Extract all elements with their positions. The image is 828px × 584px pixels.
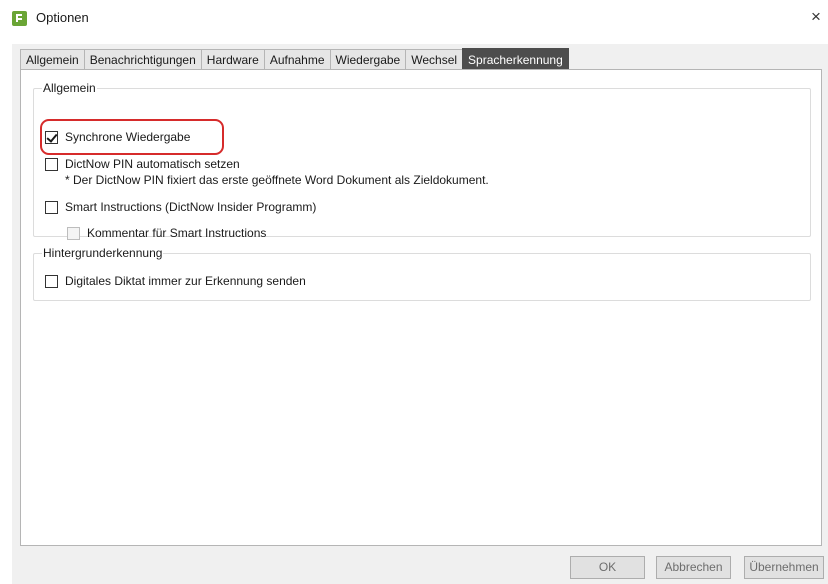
checkbox-dictnow-pin-label: DictNow PIN automatisch setzen [65, 157, 240, 171]
apply-button[interactable]: Übernehmen [744, 556, 824, 579]
checkbox-digitales-diktat-label: Digitales Diktat immer zur Erkennung sen… [65, 274, 306, 288]
checkbox-dictnow-pin-box[interactable] [45, 157, 58, 171]
group-hintergrunderkennung-label: Hintergrunderkennung [42, 246, 164, 260]
tab-strip: Allgemein Benachrichtigungen Hardware Au… [20, 48, 569, 72]
checkbox-smart-instructions-box[interactable] [45, 200, 58, 214]
dialog-client-area: Allgemein Benachrichtigungen Hardware Au… [12, 44, 828, 584]
checkbox-kommentar-box [67, 226, 80, 240]
checkbox-smart-instructions[interactable]: Smart Instructions (DictNow Insider Prog… [45, 200, 316, 214]
tab-wiedergabe[interactable]: Wiedergabe [329, 49, 406, 71]
checkbox-kommentar-label: Kommentar für Smart Instructions [87, 226, 267, 240]
checkbox-synchrone-wiedergabe-box[interactable] [45, 130, 58, 144]
window-title: Optionen [36, 10, 89, 25]
app-logo-icon [12, 11, 27, 26]
tab-allgemein[interactable]: Allgemein [20, 49, 84, 71]
tab-aufnahme[interactable]: Aufnahme [263, 49, 330, 71]
checkbox-dictnow-pin[interactable]: DictNow PIN automatisch setzen [45, 157, 240, 171]
cancel-button[interactable]: Abbrechen [656, 556, 731, 579]
tab-benachrichtigungen[interactable]: Benachrichtigungen [83, 49, 201, 71]
tab-panel-spracherkennung: Allgemein Synchrone Wiedergabe DictNow P… [20, 69, 822, 546]
checkbox-digitales-diktat-box[interactable] [45, 274, 58, 288]
checkbox-synchrone-wiedergabe[interactable]: Synchrone Wiedergabe [45, 130, 190, 144]
checkbox-digitales-diktat[interactable]: Digitales Diktat immer zur Erkennung sen… [45, 274, 306, 288]
checkbox-smart-instructions-label: Smart Instructions (DictNow Insider Prog… [65, 200, 317, 214]
ok-button[interactable]: OK [570, 556, 645, 579]
tab-wechsel[interactable]: Wechsel [405, 49, 463, 71]
checkbox-synchrone-wiedergabe-label: Synchrone Wiedergabe [65, 130, 191, 144]
close-icon[interactable]: × [806, 6, 826, 28]
title-bar: Optionen × [0, 0, 828, 36]
tab-hardware[interactable]: Hardware [200, 49, 264, 71]
group-allgemein-label: Allgemein [42, 81, 97, 95]
checkbox-kommentar-smart-instructions: Kommentar für Smart Instructions [67, 226, 266, 240]
dictnow-pin-note: * Der DictNow PIN fixiert das erste geöf… [65, 173, 489, 187]
